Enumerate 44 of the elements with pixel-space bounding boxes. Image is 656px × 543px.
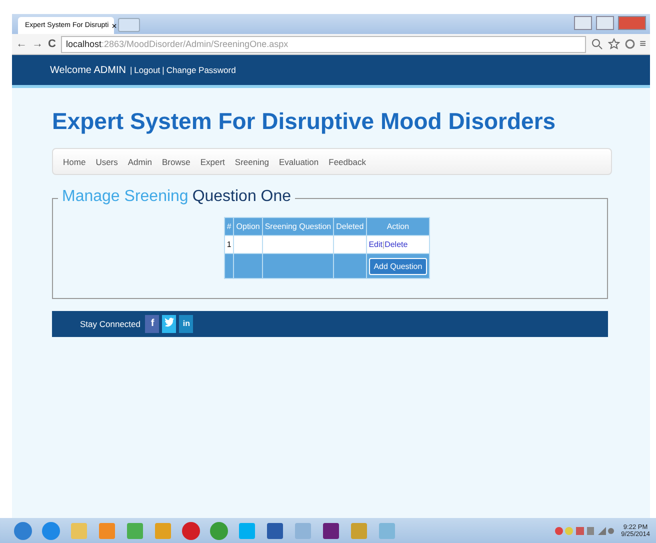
facebook-link[interactable]: f <box>145 315 160 333</box>
stay-connected-text: Stay Connected <box>80 319 140 329</box>
nav-link[interactable]: Users <box>96 156 118 166</box>
action-link[interactable]: Edit <box>368 240 382 249</box>
tray-icons[interactable] <box>555 524 616 536</box>
reload-button[interactable]: C <box>48 38 56 50</box>
add-question-button[interactable]: Add Question <box>368 258 428 274</box>
nav-link[interactable]: Expert <box>200 156 225 166</box>
section-title: Question One <box>192 188 292 206</box>
header-link[interactable]: Logout <box>134 65 160 75</box>
table-cell: 1 <box>224 236 234 254</box>
nav-link[interactable]: Home <box>63 156 86 166</box>
forward-button[interactable]: → <box>32 38 43 50</box>
zoom-icon[interactable] <box>590 38 603 50</box>
column-header: Sreening Question <box>262 218 334 236</box>
nav-link[interactable]: Evaluation <box>278 156 319 166</box>
header-link[interactable]: Change Password <box>166 65 236 75</box>
extension-icon[interactable] <box>624 38 635 50</box>
column-header: Option <box>234 218 262 236</box>
separator: | <box>382 240 385 249</box>
column-header: # <box>224 218 234 236</box>
section-title: Manage Sreening <box>62 188 188 206</box>
column-header: Action <box>366 218 430 236</box>
address-bar[interactable]: localhost:2863/MoodDisorder/Admin/SreeningOne.aspx <box>60 36 586 52</box>
nav-link[interactable]: Feedback <box>328 156 366 166</box>
action-link[interactable]: Delete <box>384 240 408 249</box>
linkedin-link[interactable]: in <box>179 315 194 333</box>
star-icon[interactable] <box>608 38 620 50</box>
back-button[interactable]: ← <box>16 38 27 50</box>
close-tab-button[interactable]: × <box>112 20 117 30</box>
nav-link[interactable]: Browse <box>162 156 190 166</box>
nav-link[interactable]: Sreening <box>234 156 269 166</box>
site-title: Expert System For Disruptive Mood Disorders <box>52 108 557 135</box>
menu-button[interactable]: ≡ <box>640 38 646 50</box>
separator: | <box>130 65 132 75</box>
separator: | <box>162 65 164 75</box>
welcome-text: Welcome ADMIN <box>50 64 126 76</box>
app-icon[interactable] <box>180 520 202 542</box>
maximize-button[interactable] <box>596 16 614 30</box>
new-tab-button[interactable] <box>118 18 140 32</box>
minimize-button[interactable] <box>574 16 592 30</box>
nav-link[interactable]: Admin <box>128 156 152 166</box>
bird-icon[interactable] <box>162 315 176 333</box>
column-header: Deleted <box>334 218 366 236</box>
